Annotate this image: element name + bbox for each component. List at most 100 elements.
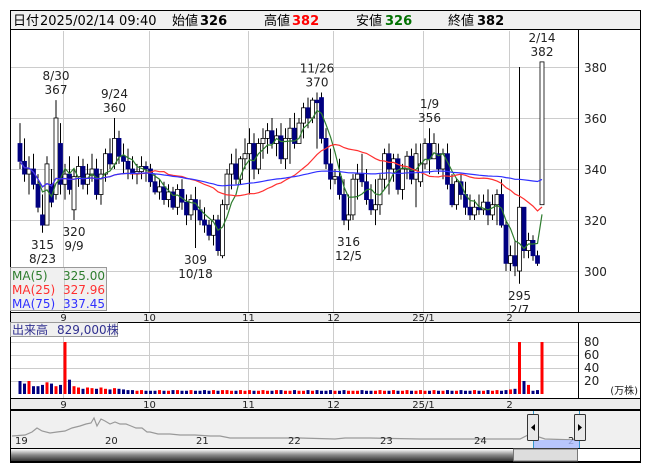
navigator-selection — [533, 440, 579, 448]
candle-down — [305, 107, 311, 119]
volume-tick-label: 20 — [584, 374, 599, 388]
price-tick-label: 320 — [584, 214, 607, 228]
volume-bar — [212, 390, 215, 394]
candle-up — [112, 137, 117, 165]
candle-down — [148, 168, 153, 183]
volume-bar — [504, 390, 508, 394]
price-tick-label: 300 — [584, 265, 607, 279]
volume-bar — [509, 389, 512, 394]
scrollbar-filled — [11, 449, 513, 461]
volume-bar — [311, 390, 314, 394]
candle-down — [94, 168, 99, 195]
header-low-label: 安値 — [356, 13, 382, 29]
month-label: 10 — [143, 400, 156, 411]
candle-up — [157, 186, 162, 193]
volume-bar — [401, 390, 404, 394]
volume-bar — [36, 386, 40, 394]
annotation-price: 295 — [508, 289, 531, 303]
volume-axis: 20406080 — [584, 335, 599, 388]
volume-bar — [464, 390, 467, 394]
price-tick-label: 360 — [584, 112, 607, 126]
month-label: 9 — [60, 400, 66, 411]
volume-bar — [495, 390, 499, 394]
volume-bar — [486, 390, 490, 394]
volume-bar — [491, 390, 494, 394]
volume-bar — [27, 381, 31, 394]
candle-down — [121, 155, 126, 162]
scrollbar-thumb[interactable] — [513, 448, 578, 462]
candle-up — [166, 191, 171, 200]
candle-down — [323, 137, 329, 165]
candle-up — [508, 255, 513, 264]
volume-tick-label: 40 — [584, 361, 599, 375]
volume-bar — [482, 390, 485, 394]
volume-tick-label: 80 — [584, 335, 599, 349]
candle-up — [265, 130, 270, 139]
volume-bar — [374, 390, 377, 394]
annotation-price: 309 — [184, 253, 207, 267]
volume-bar — [63, 342, 67, 394]
volume-bar — [248, 390, 251, 394]
volume-bar — [41, 384, 44, 394]
navigator-right-handle[interactable] — [574, 414, 586, 441]
candle-up — [472, 206, 477, 216]
candle-up — [391, 158, 396, 170]
volume-bar — [383, 390, 386, 394]
volume-bar — [410, 390, 413, 394]
navigator-year-label: 24 — [474, 436, 487, 447]
candle-up — [242, 153, 248, 160]
annotation-price: 356 — [418, 111, 441, 125]
volume-bar — [347, 390, 350, 394]
candle-up — [71, 176, 77, 211]
volume-bar — [189, 390, 193, 394]
volume-bar — [405, 390, 409, 394]
volume-bar — [140, 390, 143, 394]
candle-down — [521, 206, 527, 251]
volume-bar — [527, 384, 530, 394]
volume-bar — [518, 342, 521, 394]
navigator-left-handle[interactable] — [527, 414, 539, 441]
candle-up — [175, 188, 180, 208]
volume-bar — [176, 390, 179, 394]
volume-bar — [113, 388, 116, 394]
volume-bar — [50, 383, 53, 394]
volume-bar — [342, 390, 346, 394]
candle-down — [202, 219, 207, 226]
legend-ma5-value: 325.00 — [63, 269, 105, 283]
volume-bar — [185, 390, 188, 394]
volume-bar — [45, 382, 49, 394]
volume-bar — [270, 390, 274, 394]
price-tick-label: 380 — [584, 61, 607, 75]
navigator-year-label: 22 — [288, 436, 301, 447]
volume-bar — [81, 388, 85, 394]
candle-down — [107, 153, 113, 165]
volume-bar — [95, 388, 98, 394]
date-strip-price — [10, 312, 641, 323]
volume-bar — [261, 390, 265, 394]
month-label: 25/1 — [412, 400, 434, 411]
candle-down — [359, 173, 365, 183]
volume-bar — [536, 390, 539, 394]
volume-bar — [333, 390, 337, 394]
candle-down — [535, 255, 540, 264]
volume-bar — [252, 390, 256, 394]
candle-down — [125, 160, 131, 170]
annotation-date: 10/18 — [178, 267, 213, 281]
volume-bar — [288, 390, 292, 394]
candle-down — [206, 224, 212, 236]
volume-bar — [77, 387, 80, 394]
candle-down — [233, 163, 239, 180]
volume-bar — [104, 388, 107, 394]
legend-ma75-label: MA(75) — [12, 297, 55, 311]
volume-bar — [320, 390, 323, 394]
range-navigator[interactable]: 1920212223242 — [10, 410, 641, 462]
month-label: 2 — [506, 313, 512, 324]
volume-bar — [203, 390, 206, 394]
volume-bar — [306, 390, 310, 394]
volume-bar — [297, 390, 301, 394]
navigator-year-label: 23 — [380, 436, 393, 447]
candle-down — [337, 176, 342, 195]
annotation-price: 320 — [63, 225, 86, 239]
volume-bar — [279, 390, 283, 394]
volume-bar — [149, 390, 152, 394]
